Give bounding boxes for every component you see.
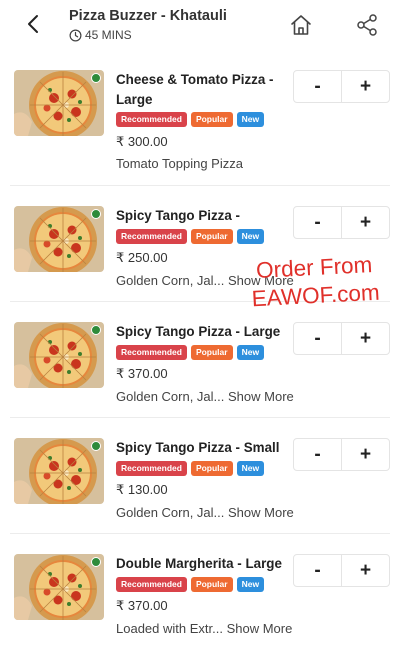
menu-item[interactable]: Spicy Tango Pizza - Small Recommended Po… xyxy=(0,438,400,554)
item-price: ₹ 370.00 xyxy=(116,598,168,613)
recommended-badge: Recommended xyxy=(116,461,187,476)
quantity-stepper[interactable]: - + xyxy=(293,554,390,587)
item-image xyxy=(14,322,104,388)
increase-button[interactable]: + xyxy=(341,439,389,470)
item-name: Spicy Tango Pizza - Small xyxy=(116,440,280,455)
veg-indicator-icon xyxy=(91,209,101,219)
description-text: Golden Corn, Jal... xyxy=(116,273,225,288)
item-badges: Recommended Popular New xyxy=(116,345,265,360)
item-badges: Recommended Popular New xyxy=(116,229,265,244)
item-image xyxy=(14,554,104,620)
share-icon[interactable] xyxy=(356,13,378,37)
veg-indicator-icon xyxy=(91,73,101,83)
divider xyxy=(10,417,390,418)
eta-text: 45 MINS xyxy=(85,28,132,42)
show-more-link[interactable]: Show More xyxy=(228,389,294,404)
quantity-stepper[interactable]: - + xyxy=(293,438,390,471)
decrease-button[interactable]: - xyxy=(294,323,341,354)
menu-item[interactable]: Cheese & Tomato Pizza - Large Recommende… xyxy=(0,70,400,186)
quantity-stepper[interactable]: - + xyxy=(293,206,390,239)
new-badge: New xyxy=(236,577,265,592)
decrease-button[interactable]: - xyxy=(294,71,341,102)
recommended-badge: Recommended xyxy=(116,345,187,360)
increase-button[interactable]: + xyxy=(341,71,389,102)
veg-indicator-icon xyxy=(91,557,101,567)
item-name: Double Margherita - Large xyxy=(116,556,282,571)
item-image xyxy=(14,70,104,136)
top-bar: Pizza Buzzer - Khatauli 45 MINS xyxy=(0,0,400,52)
recommended-badge: Recommended xyxy=(116,577,187,592)
item-description: Tomato Topping Pizza xyxy=(116,156,243,171)
divider xyxy=(10,533,390,534)
quantity-stepper[interactable]: - + xyxy=(293,70,390,103)
decrease-button[interactable]: - xyxy=(294,555,341,586)
item-badges: Recommended Popular New xyxy=(116,461,265,476)
item-badges: Recommended Popular New xyxy=(116,112,265,127)
description-text: Golden Corn, Jal... xyxy=(116,389,225,404)
store-name: Pizza Buzzer - Khatauli xyxy=(69,8,227,24)
divider xyxy=(10,185,390,186)
back-arrow-icon[interactable] xyxy=(22,12,46,36)
item-price: ₹ 370.00 xyxy=(116,366,168,381)
veg-indicator-icon xyxy=(91,325,101,335)
popular-badge: Popular xyxy=(190,229,233,244)
popular-badge: Popular xyxy=(190,461,233,476)
delivery-eta: 45 MINS xyxy=(69,28,132,42)
description-text: Loaded with Extr... xyxy=(116,621,223,636)
item-price: ₹ 130.00 xyxy=(116,482,168,497)
popular-badge: Popular xyxy=(190,577,233,592)
menu-item[interactable]: Spicy Tango Pizza - Large Recommended Po… xyxy=(0,322,400,438)
increase-button[interactable]: + xyxy=(341,207,389,238)
show-more-link[interactable]: Show More xyxy=(228,505,294,520)
veg-indicator-icon xyxy=(91,441,101,451)
increase-button[interactable]: + xyxy=(341,323,389,354)
new-badge: New xyxy=(236,461,265,476)
new-badge: New xyxy=(236,345,265,360)
description-text: Golden Corn, Jal... xyxy=(116,505,225,520)
quantity-stepper[interactable]: - + xyxy=(293,322,390,355)
new-badge: New xyxy=(236,112,265,127)
clock-icon xyxy=(69,29,82,41)
decrease-button[interactable]: - xyxy=(294,439,341,470)
item-name: Cheese & Tomato Pizza - Large xyxy=(116,72,274,107)
decrease-button[interactable]: - xyxy=(294,207,341,238)
item-badges: Recommended Popular New xyxy=(116,577,265,592)
home-icon[interactable] xyxy=(289,13,313,37)
item-price: ₹ 300.00 xyxy=(116,134,168,149)
watermark: Order From EAWOF.com xyxy=(250,251,381,314)
menu-item[interactable]: Double Margherita - Large Recommended Po… xyxy=(0,554,400,651)
item-name: Spicy Tango Pizza - Large xyxy=(116,324,281,339)
item-description: Golden Corn, Jal... Show More xyxy=(116,389,294,404)
show-more-link[interactable]: Show More xyxy=(227,621,293,636)
increase-button[interactable]: + xyxy=(341,555,389,586)
popular-badge: Popular xyxy=(190,345,233,360)
recommended-badge: Recommended xyxy=(116,229,187,244)
description-text: Tomato Topping Pizza xyxy=(116,156,243,171)
item-price: ₹ 250.00 xyxy=(116,250,168,265)
item-description: Loaded with Extr... Show More xyxy=(116,621,292,636)
item-description: Golden Corn, Jal... Show More xyxy=(116,505,294,520)
item-image xyxy=(14,438,104,504)
new-badge: New xyxy=(236,229,265,244)
item-image xyxy=(14,206,104,272)
recommended-badge: Recommended xyxy=(116,112,187,127)
popular-badge: Popular xyxy=(190,112,233,127)
